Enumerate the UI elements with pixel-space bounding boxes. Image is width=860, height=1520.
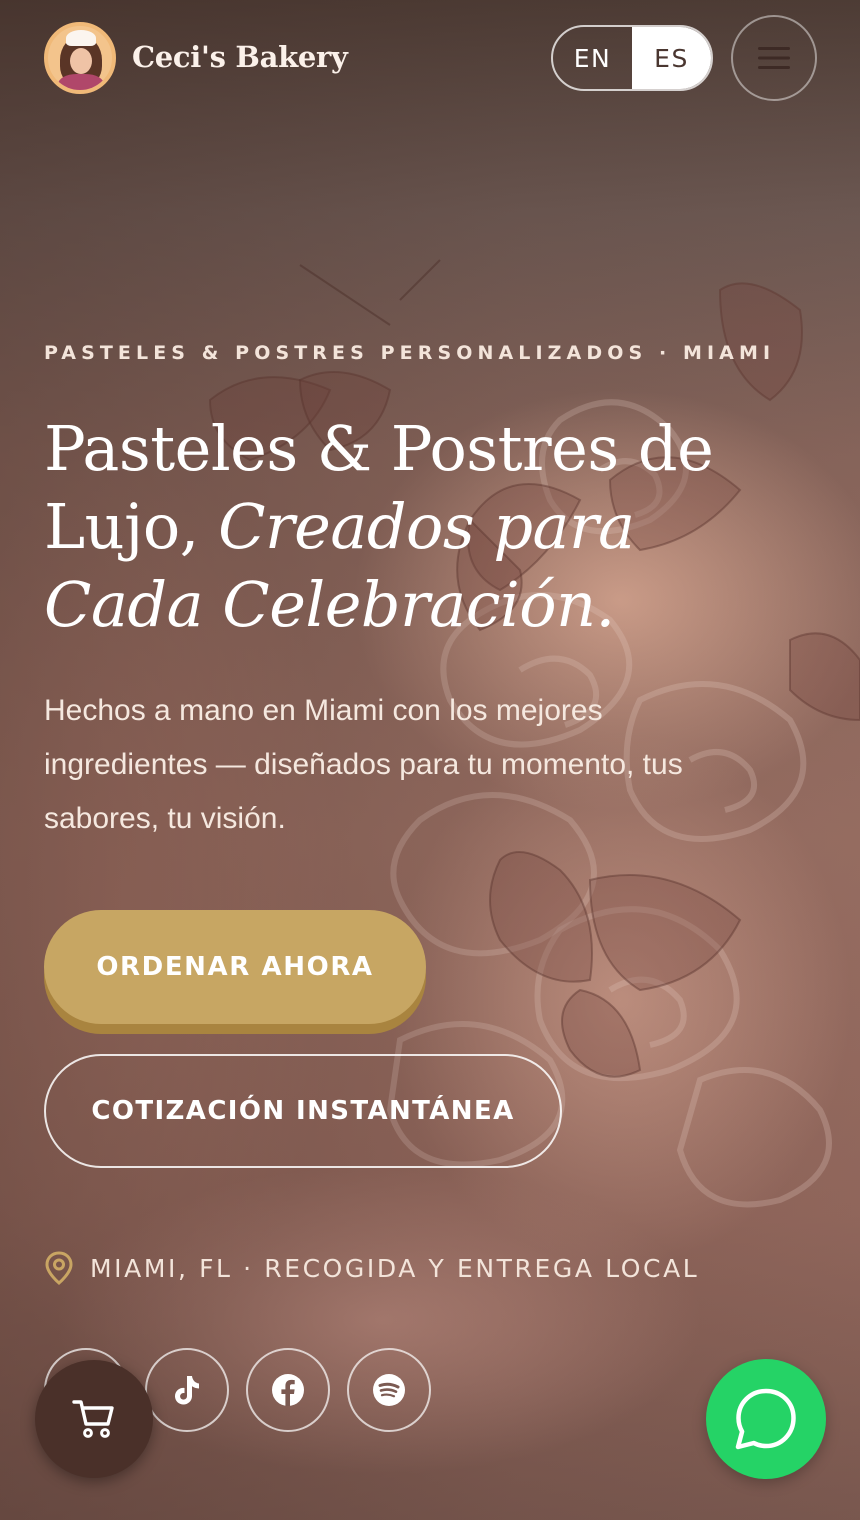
- hero-eyebrow: PASTELES & POSTRES PERSONALIZADOS · MIAM…: [44, 342, 776, 364]
- language-toggle: EN ES: [551, 25, 713, 91]
- hero-subtitle: Hechos a mano en Miami con los mejores i…: [44, 694, 683, 835]
- whatsapp-chat-button[interactable]: [706, 1359, 826, 1479]
- whatsapp-icon: [735, 1388, 796, 1450]
- spotify-icon: [373, 1374, 405, 1406]
- tiktok-icon: [175, 1376, 199, 1405]
- language-option-en[interactable]: EN: [553, 27, 632, 89]
- hero-title: Pasteles & Postres de Lujo, Creados para …: [44, 410, 804, 644]
- language-option-es[interactable]: ES: [632, 27, 711, 89]
- cart-button[interactable]: [35, 1360, 153, 1478]
- hero-title-line1: Pasteles & Postres de: [44, 412, 714, 485]
- shopping-cart-icon: [72, 1400, 114, 1438]
- hero-title-lujo: Lujo,: [44, 490, 199, 563]
- location-info: MIAMI, FL · RECOGIDA Y ENTREGA LOCAL: [44, 1248, 699, 1288]
- location-text: MIAMI, FL · RECOGIDA Y ENTREGA LOCAL: [90, 1253, 700, 1283]
- facebook-button[interactable]: [246, 1348, 330, 1432]
- spotify-button[interactable]: [347, 1348, 431, 1432]
- facebook-icon: [272, 1374, 304, 1406]
- map-pin-icon: [45, 1251, 73, 1285]
- order-now-button[interactable]: ORDENAR AHORA: [44, 910, 426, 1024]
- menu-button[interactable]: [731, 15, 817, 101]
- brand-name[interactable]: Ceci's Bakery: [132, 40, 348, 74]
- site-header: Ceci's Bakery EN ES: [0, 0, 860, 118]
- tiktok-button[interactable]: [145, 1348, 229, 1432]
- baker-avatar-logo[interactable]: [44, 22, 116, 94]
- hamburger-menu-icon: [758, 47, 790, 69]
- instant-quote-button[interactable]: COTIZACIÓN INSTANTÁNEA: [44, 1054, 562, 1168]
